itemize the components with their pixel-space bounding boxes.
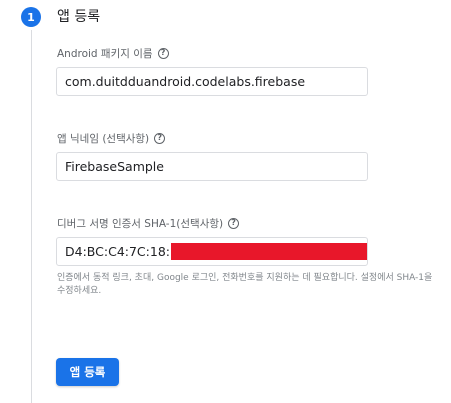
- redaction-block: [171, 243, 367, 260]
- help-icon[interactable]: ?: [157, 47, 169, 59]
- sha1-value: D4:BC:C4:7C:18:: [65, 244, 170, 259]
- help-icon[interactable]: ?: [228, 217, 240, 229]
- help-icon[interactable]: ?: [154, 132, 166, 144]
- step-title: 앱 등록: [57, 9, 101, 25]
- step-number-badge: 1: [21, 7, 41, 27]
- package-name-label: Android 패키지 이름 ?: [57, 47, 169, 61]
- nickname-label-text: 앱 닉네임 (선택사항): [57, 133, 150, 145]
- sha1-input[interactable]: D4:BC:C4:7C:18:: [56, 237, 368, 266]
- sha1-helper-text: 인증에서 동적 링크, 초대, Google 로그인, 전화번호를 지원하는 데…: [57, 273, 433, 296]
- step-connector-line: [31, 30, 32, 403]
- package-name-value: com.duitdduandroid.codelabs.firebase: [65, 74, 306, 89]
- nickname-value: FirebaseSample: [65, 159, 164, 174]
- nickname-input[interactable]: FirebaseSample: [56, 152, 368, 181]
- nickname-label: 앱 닉네임 (선택사항) ?: [57, 132, 166, 146]
- package-name-label-text: Android 패키지 이름: [57, 48, 153, 60]
- register-app-button[interactable]: 앱 등록: [56, 358, 119, 386]
- package-name-input[interactable]: com.duitdduandroid.codelabs.firebase: [56, 67, 368, 96]
- sha1-label-text: 디버그 서명 인증서 SHA-1(선택사항): [57, 218, 224, 230]
- sha1-label: 디버그 서명 인증서 SHA-1(선택사항) ?: [57, 217, 240, 231]
